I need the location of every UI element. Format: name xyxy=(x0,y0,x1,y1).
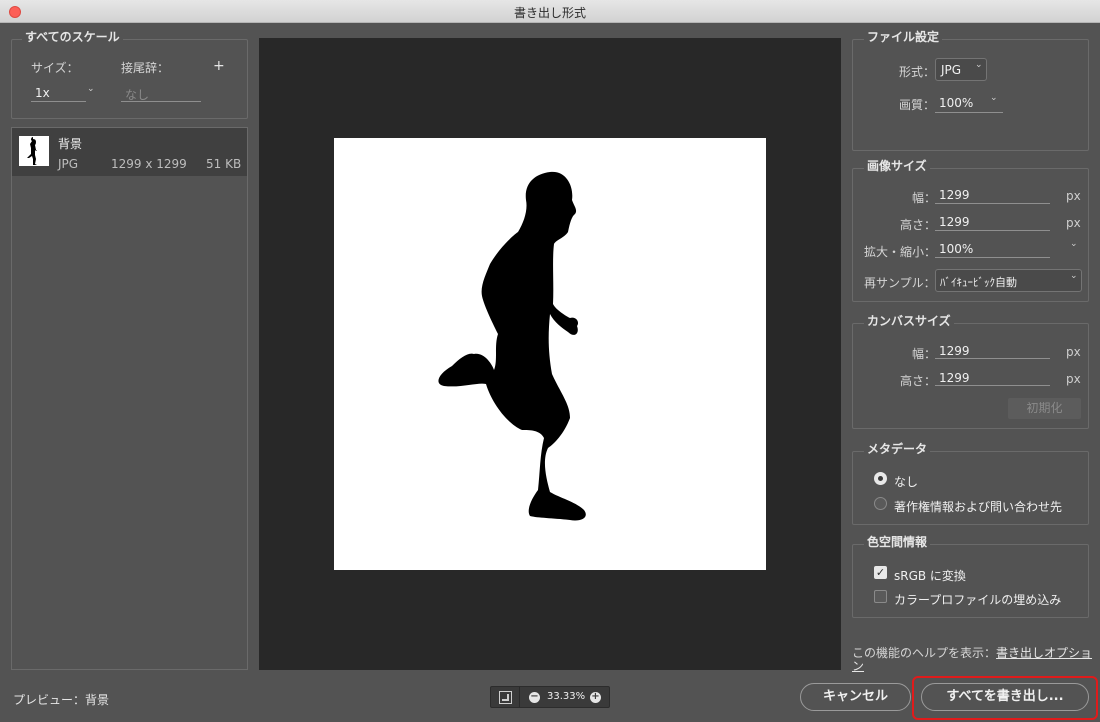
canvas-size-title: カンバスサイズ xyxy=(864,312,954,329)
reset-button[interactable]: 初期化 xyxy=(1008,398,1081,419)
canvas-height-unit: px xyxy=(1066,372,1081,386)
scale-size-underline xyxy=(31,101,86,102)
cancel-button[interactable]: キャンセル xyxy=(800,683,911,711)
asset-row-background[interactable]: 背景 JPG 1299 x 1299 51 KB xyxy=(12,128,247,176)
asset-name: 背景 xyxy=(58,137,83,151)
chevron-down-icon: ⌄ xyxy=(1070,271,1078,281)
embed-profile-checkbox[interactable] xyxy=(874,590,887,603)
metadata-copyright-radio[interactable] xyxy=(874,497,887,510)
asset-format: JPG xyxy=(58,157,79,171)
chevron-down-icon[interactable]: ⌄ xyxy=(1070,239,1078,249)
canvas-width-unit: px xyxy=(1066,345,1081,359)
image-width-unit: px xyxy=(1066,189,1081,203)
image-width-input[interactable]: 1299 xyxy=(939,188,970,202)
metadata-title: メタデータ xyxy=(864,440,931,457)
color-space-title: 色空間情報 xyxy=(864,533,931,550)
srgb-checkbox[interactable]: ✓ xyxy=(874,566,887,579)
zoom-control: − 33.33% + xyxy=(490,686,610,708)
zoom-in-icon[interactable]: + xyxy=(590,692,601,703)
help-link[interactable]: 書き出しオプショ xyxy=(996,646,1092,660)
format-label: 形式： xyxy=(899,65,936,79)
image-width-label: 幅： xyxy=(912,191,937,205)
embed-profile-label: カラープロファイルの埋め込み xyxy=(894,593,1062,607)
chevron-down-icon: ⌄ xyxy=(87,84,95,94)
format-value: JPG xyxy=(941,63,962,77)
preview-label: プレビュー：背景 xyxy=(13,693,110,707)
scale-label: 拡大・縮小： xyxy=(864,245,937,259)
scale-size-select[interactable]: 1x xyxy=(35,86,50,100)
help-link-tail[interactable]: ン xyxy=(852,659,864,673)
image-height-underline xyxy=(935,230,1050,231)
zoom-level: 33.33% xyxy=(547,691,586,702)
size-label: サイズ： xyxy=(31,61,79,75)
srgb-label: sRGB に変換 xyxy=(894,569,966,583)
suffix-label: 接尾辞： xyxy=(121,61,170,75)
scales-group-title: すべてのスケール xyxy=(22,28,123,45)
asset-filesize: 51 KB xyxy=(206,157,242,171)
file-settings-title: ファイル設定 xyxy=(864,28,943,45)
asset-thumbnail xyxy=(19,136,49,166)
help-prefix: この機能のヘルプを表示： xyxy=(852,646,997,660)
asset-dimensions: 1299 x 1299 xyxy=(111,157,187,171)
metadata-none-radio[interactable] xyxy=(874,472,887,485)
image-height-label: 高さ： xyxy=(900,218,937,232)
canvas-width-label: 幅： xyxy=(912,347,937,361)
runner-silhouette-icon xyxy=(438,171,586,521)
canvas-height-underline xyxy=(935,385,1050,386)
chevron-down-icon[interactable]: ⌄ xyxy=(990,93,998,103)
canvas-width-input[interactable]: 1299 xyxy=(939,344,970,358)
chevron-down-icon: ⌄ xyxy=(975,60,983,70)
canvas-height-label: 高さ： xyxy=(900,374,937,388)
file-settings-group xyxy=(852,39,1089,151)
canvas-height-input[interactable]: 1299 xyxy=(939,371,970,385)
image-size-title: 画像サイズ xyxy=(864,157,930,174)
scales-group xyxy=(11,39,248,119)
canvas-width-underline xyxy=(935,358,1050,359)
window-title: 書き出し形式 xyxy=(513,6,586,20)
quality-label: 画質： xyxy=(899,98,936,112)
title-bar: 書き出し形式 xyxy=(0,0,1100,23)
quality-input[interactable]: 100% xyxy=(939,96,973,110)
preview-canvas xyxy=(334,138,766,570)
metadata-copyright-label: 著作権情報および問い合わせ先 xyxy=(894,500,1063,514)
asset-list: 背景 JPG 1299 x 1299 51 KB xyxy=(11,127,248,670)
scale-input[interactable]: 100% xyxy=(939,242,973,256)
image-height-unit: px xyxy=(1066,216,1081,230)
help-link-continued[interactable]: ン xyxy=(852,657,864,674)
suffix-underline xyxy=(121,101,201,102)
export-all-button[interactable]: すべてを書き出し... xyxy=(921,683,1089,711)
quality-underline xyxy=(935,112,1003,113)
zoom-out-icon[interactable]: − xyxy=(529,692,540,703)
metadata-none-label: なし xyxy=(894,475,919,489)
runner-thumbnail-icon xyxy=(27,137,37,165)
image-height-input[interactable]: 1299 xyxy=(939,215,970,229)
resample-label: 再サンプル： xyxy=(864,276,936,290)
help-text: この機能のヘルプを表示：書き出しオプショ xyxy=(852,644,1092,661)
add-scale-button[interactable]: + xyxy=(213,58,225,74)
scale-underline xyxy=(935,257,1050,258)
resample-value: ﾊﾞｲｷｭｰﾋﾞｯｸ自動 xyxy=(940,276,1017,289)
image-width-underline xyxy=(935,203,1050,204)
fit-screen-icon[interactable] xyxy=(499,691,512,704)
preview-area[interactable] xyxy=(259,38,841,670)
